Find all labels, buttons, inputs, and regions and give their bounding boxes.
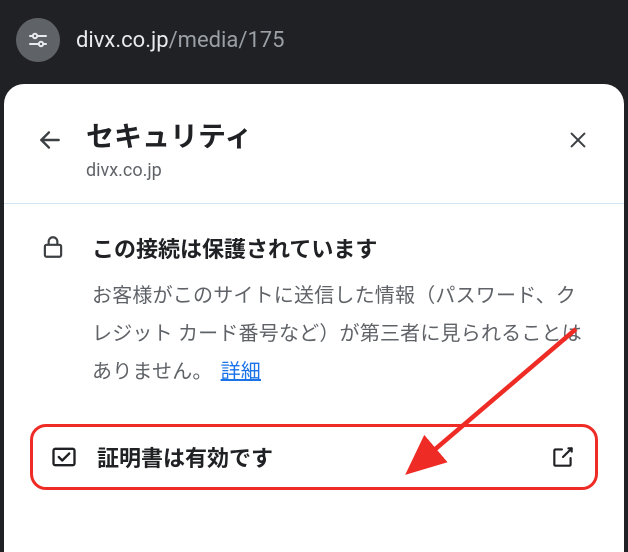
title-column: セキュリティ divx.co.jp: [86, 120, 542, 181]
url-text[interactable]: divx.co.jp/media/175: [76, 28, 285, 53]
panel-header: セキュリティ divx.co.jp: [4, 84, 624, 204]
connection-body-text: お客様がこのサイトに送信した情報（パスワード、クレジット カード番号など）が第三…: [92, 283, 582, 383]
checkbox-checked-icon: [49, 443, 79, 471]
security-panel: セキュリティ divx.co.jp この接続は保護されています お客様がこのサイ…: [4, 84, 624, 552]
certificate-row[interactable]: 証明書は有効です: [30, 424, 598, 490]
connection-body: お客様がこのサイトに送信した情報（パスワード、クレジット カード番号など）が第三…: [92, 276, 594, 390]
tune-icon[interactable]: [16, 18, 60, 62]
details-link[interactable]: 詳細: [221, 359, 261, 383]
address-bar: divx.co.jp/media/175: [0, 0, 628, 80]
url-path: /media/175: [169, 28, 285, 53]
url-domain: divx.co.jp: [76, 28, 169, 53]
panel-domain: divx.co.jp: [86, 160, 542, 181]
close-icon: [567, 129, 589, 151]
connection-section: この接続は保護されています お客様がこのサイトに送信した情報（パスワード、クレジ…: [4, 204, 624, 420]
connection-title: この接続は保護されています: [92, 232, 594, 264]
lock-icon: [38, 232, 68, 260]
arrow-left-icon: [37, 127, 63, 153]
back-button[interactable]: [34, 124, 66, 156]
panel-title: セキュリティ: [86, 120, 542, 154]
open-external-icon: [549, 444, 577, 470]
close-button[interactable]: [562, 124, 594, 156]
connection-text: この接続は保護されています お客様がこのサイトに送信した情報（パスワード、クレジ…: [92, 232, 594, 390]
certificate-label: 証明書は有効です: [97, 441, 531, 473]
